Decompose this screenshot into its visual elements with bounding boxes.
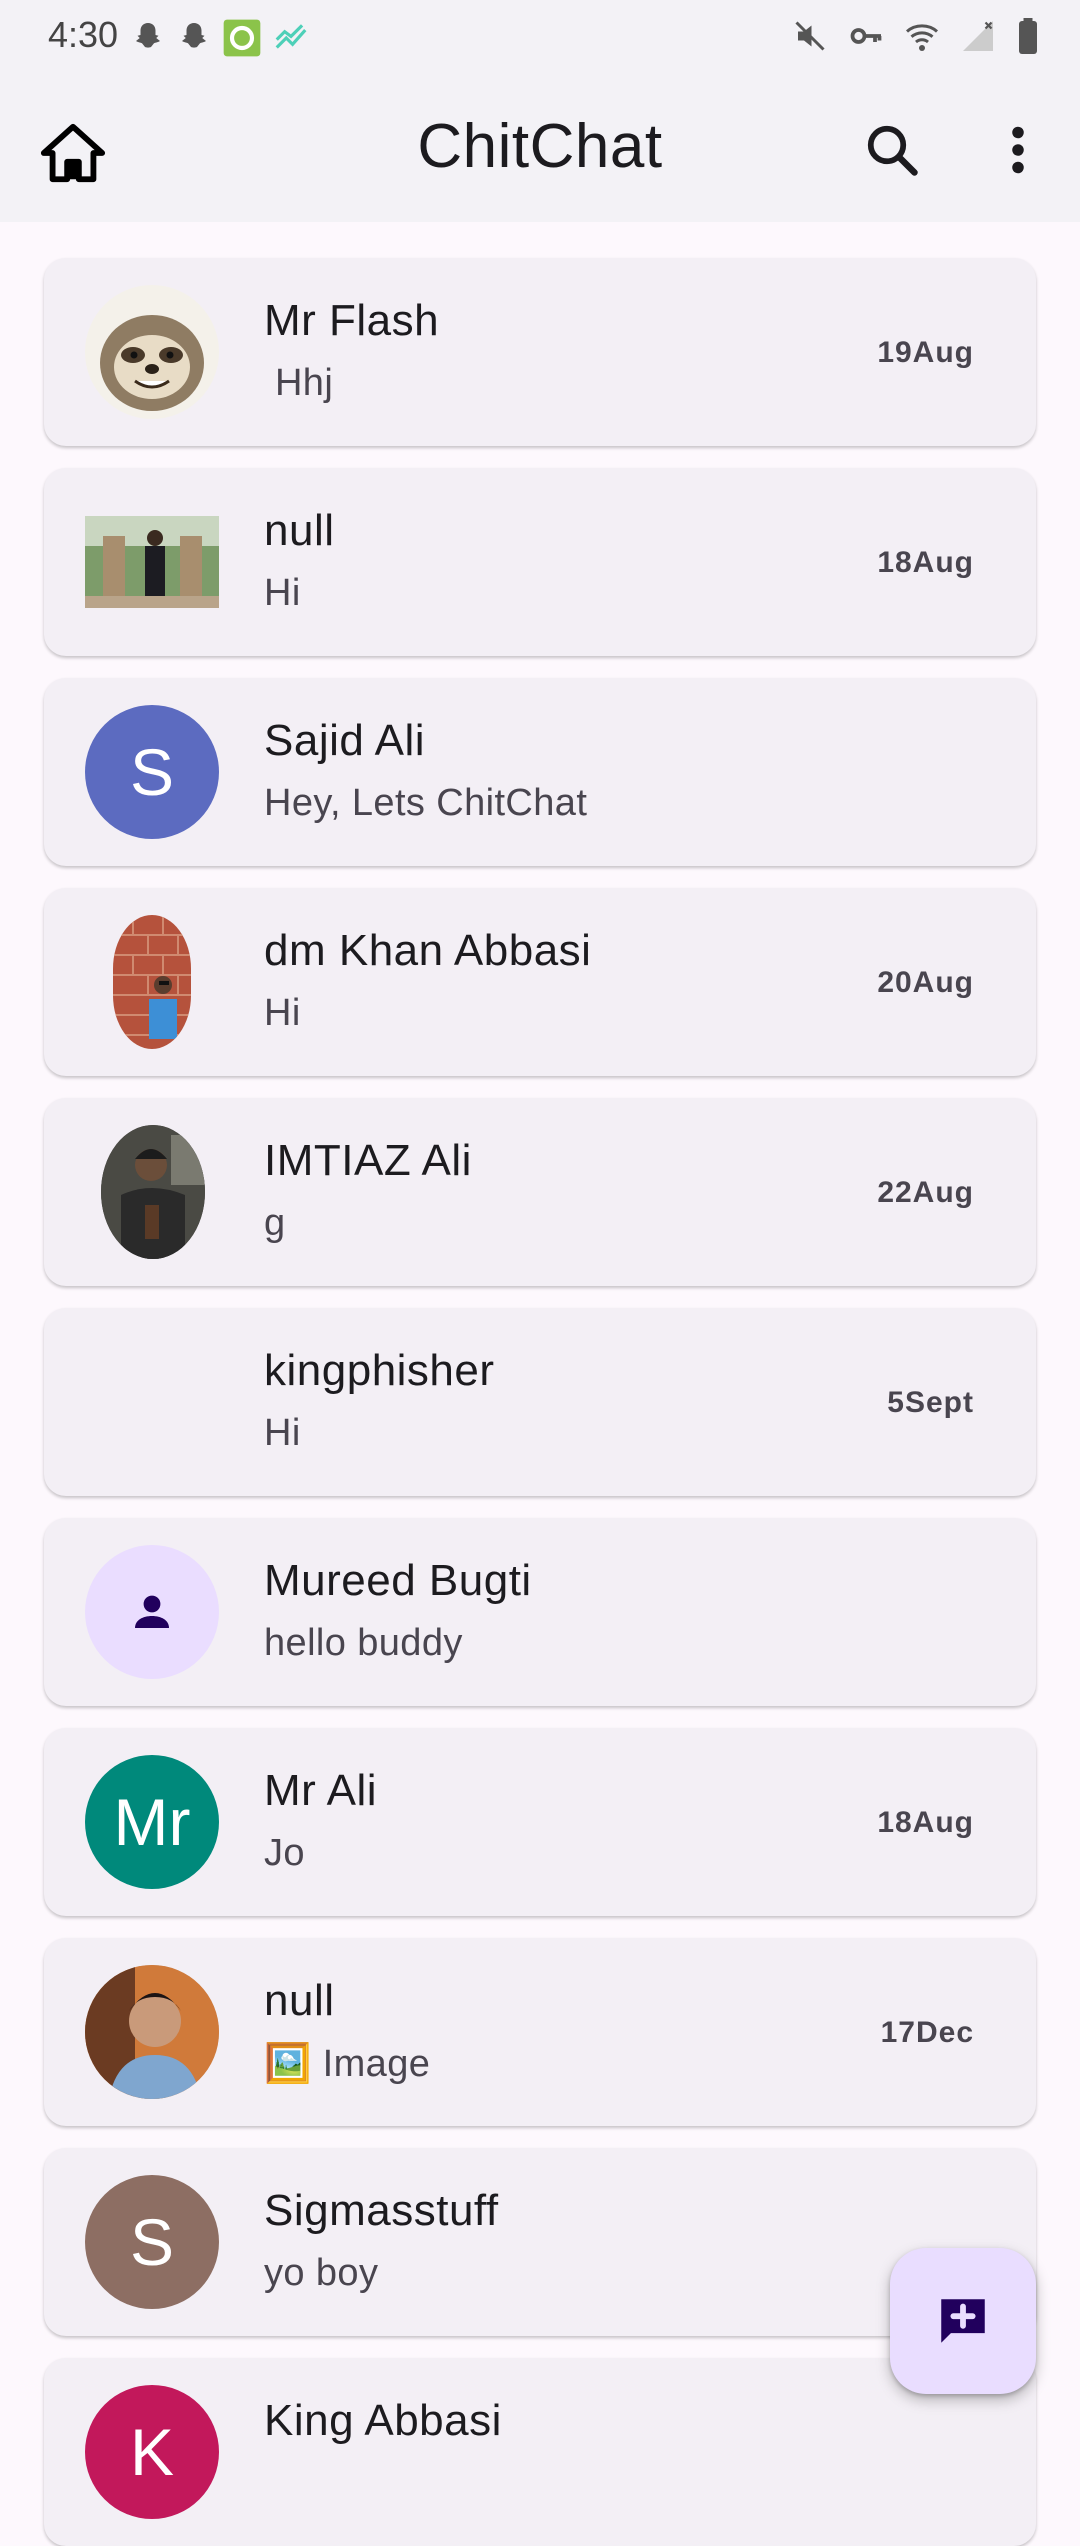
avatar-letter: S xyxy=(129,2205,175,2279)
chat-name: null xyxy=(264,1976,335,2025)
avatar-letter: S xyxy=(129,735,175,809)
chat-name: kingphisher xyxy=(264,1346,495,1395)
app-square-icon xyxy=(223,19,261,57)
sloth-photo xyxy=(100,315,204,411)
chat-item[interactable]: Mr Mr Ali Jo 18Aug xyxy=(44,1728,1036,1916)
chat-name: King Abbasi xyxy=(264,2396,502,2445)
avatar[interactable] xyxy=(85,516,219,608)
more-vert-icon[interactable] xyxy=(1000,120,1036,180)
chat-name: Mureed Bugti xyxy=(264,1556,532,1605)
chat-item[interactable]: null 🖼️ Image 17Dec xyxy=(44,1938,1036,2126)
avatar[interactable] xyxy=(113,915,191,1049)
person-selfie-photo xyxy=(85,1965,219,2099)
stocks-icon xyxy=(275,24,307,49)
chat-item[interactable]: K King Abbasi xyxy=(44,2358,1036,2546)
chat-date: 19Aug xyxy=(877,336,974,369)
chat-item[interactable]: Mureed Bugti hello buddy xyxy=(44,1518,1036,1706)
wifi-icon xyxy=(905,24,939,51)
chat-last-message: Hi xyxy=(264,992,301,1034)
avatar[interactable] xyxy=(85,1335,219,1469)
battery-icon xyxy=(1019,18,1037,54)
chat-name: Sajid Ali xyxy=(264,716,426,765)
new-chat-fab[interactable] xyxy=(890,2248,1036,2394)
chat-date: 20Aug xyxy=(877,966,974,999)
signal-icon xyxy=(963,21,993,51)
chat-name: Mr Flash xyxy=(264,296,440,345)
snapchat-icon xyxy=(182,23,206,48)
chat-last-message: Hi xyxy=(264,572,301,614)
system-icons xyxy=(792,18,1040,54)
mute-icon xyxy=(795,21,825,51)
chat-last-message: g xyxy=(264,1202,286,1244)
status-bar: 4:30 xyxy=(0,0,1080,76)
chat-item[interactable]: null Hi 18Aug xyxy=(44,468,1036,656)
avatar-letter: K xyxy=(129,2415,175,2489)
chat-last-message: Hey, Lets ChitChat xyxy=(264,782,588,824)
chat-last-message: Hi xyxy=(264,1412,301,1454)
status-time: 4:30 xyxy=(48,14,119,55)
vpn-key-icon xyxy=(850,28,882,44)
avatar[interactable] xyxy=(101,1125,205,1259)
person-dark-photo xyxy=(101,1125,205,1259)
chat-date: 22Aug xyxy=(877,1176,974,1209)
person-icon xyxy=(135,1595,169,1628)
avatar[interactable]: S xyxy=(85,705,219,839)
avatar[interactable] xyxy=(85,285,219,419)
chat-date: 5Sept xyxy=(887,1386,974,1419)
chat-name: Mr Ali xyxy=(264,1766,377,1815)
chat-item[interactable]: S Sajid Ali Hey, Lets ChitChat xyxy=(44,678,1036,866)
add-comment-icon xyxy=(941,2299,985,2343)
chat-last-message: hello buddy xyxy=(264,1622,463,1664)
person-garden-photo xyxy=(85,516,219,608)
chat-name: IMTIAZ Ali xyxy=(264,1136,472,1185)
chat-item[interactable]: S Sigmasstuff yo boy xyxy=(44,2148,1036,2336)
app-bar: ChitChat xyxy=(0,76,1080,222)
chat-last-message: yo boy xyxy=(264,2252,379,2294)
avatar[interactable] xyxy=(85,1965,219,2099)
chat-item[interactable]: IMTIAZ Ali g 22Aug xyxy=(44,1098,1036,1286)
chat-date: 18Aug xyxy=(877,1806,974,1839)
chat-item[interactable]: kingphisher Hi 5Sept xyxy=(44,1308,1036,1496)
notification-icons xyxy=(130,18,310,58)
chat-item[interactable]: Mr Flash Hhj 19Aug xyxy=(44,258,1036,446)
chat-last-message: 🖼️ Image xyxy=(264,2043,431,2085)
chat-last-message: Hhj xyxy=(264,362,334,404)
chat-date: 18Aug xyxy=(877,546,974,579)
avatar[interactable] xyxy=(85,1545,219,1679)
chat-name: null xyxy=(264,506,335,555)
avatar-letter: Mr xyxy=(113,1785,191,1859)
avatar[interactable]: Mr xyxy=(85,1755,219,1889)
chat-item[interactable]: dm Khan Abbasi Hi 20Aug xyxy=(44,888,1036,1076)
snapchat-icon xyxy=(136,23,160,48)
chat-date: 17Dec xyxy=(880,2016,974,2049)
person-brick-wall-photo xyxy=(113,915,191,1049)
avatar[interactable]: S xyxy=(85,2175,219,2309)
search-icon[interactable] xyxy=(862,120,922,180)
chat-name: Sigmasstuff xyxy=(264,2186,499,2235)
chat-name: dm Khan Abbasi xyxy=(264,926,592,975)
chat-last-message: Jo xyxy=(264,1832,305,1874)
avatar[interactable]: K xyxy=(85,2385,219,2519)
